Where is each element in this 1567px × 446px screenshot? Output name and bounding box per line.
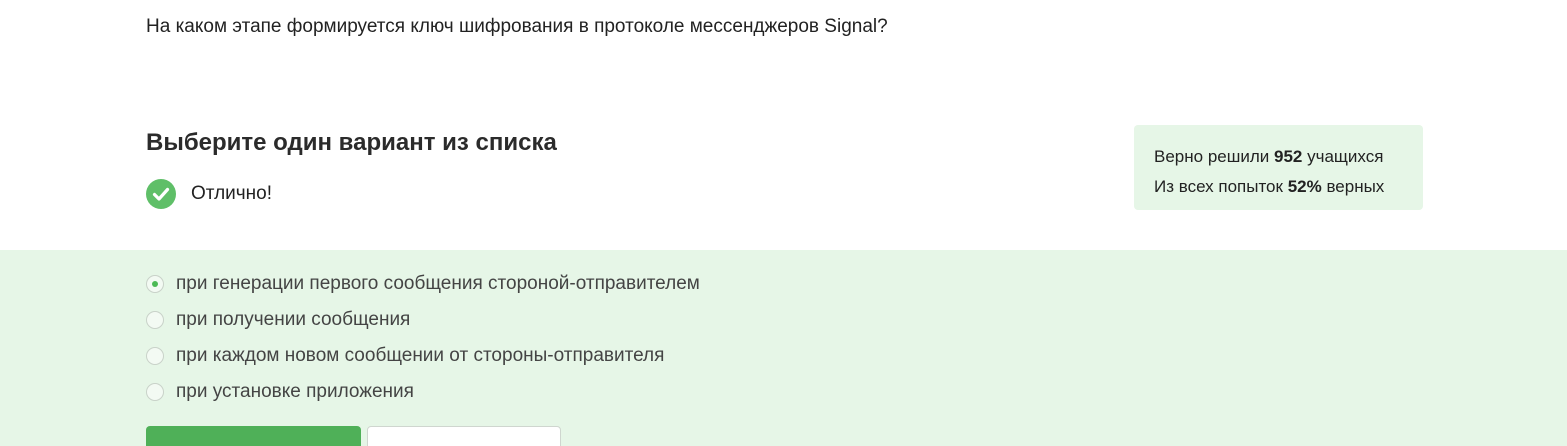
quiz-page: На каком этапе формируется ключ шифрован… bbox=[0, 0, 1567, 446]
result-feedback: Отлично! bbox=[146, 179, 273, 209]
option-item[interactable]: при генерации первого сообщения стороной… bbox=[146, 272, 700, 296]
option-label[interactable]: при каждом новом сообщении от стороны-от… bbox=[176, 345, 664, 367]
stats-panel: Верно решили 952 учащихся Из всех попыто… bbox=[1134, 125, 1423, 210]
stats-attempts-line: Из всех попыток 52% верных bbox=[1154, 172, 1423, 202]
radio-button[interactable] bbox=[146, 347, 164, 365]
stats-solved-line: Верно решили 952 учащихся bbox=[1154, 142, 1423, 172]
option-item[interactable]: при установке приложения bbox=[146, 380, 414, 404]
option-item[interactable]: при получении сообщения bbox=[146, 308, 410, 332]
stats-solved-suffix: учащихся bbox=[1302, 147, 1384, 166]
option-label[interactable]: при получении сообщения bbox=[176, 309, 410, 331]
stats-attempts-suffix: верных bbox=[1321, 177, 1385, 196]
radio-button[interactable] bbox=[146, 311, 164, 329]
stats-attempts-prefix: Из всех попыток bbox=[1154, 177, 1288, 196]
stats-attempts-percent: 52% bbox=[1287, 177, 1322, 196]
secondary-action-button[interactable] bbox=[367, 426, 561, 446]
option-item[interactable]: при каждом новом сообщении от стороны-от… bbox=[146, 344, 664, 368]
stats-solved-count: 952 bbox=[1274, 147, 1303, 166]
result-text: Отлично! bbox=[191, 183, 273, 204]
stats-solved-prefix: Верно решили bbox=[1154, 147, 1274, 166]
option-label[interactable]: при генерации первого сообщения стороной… bbox=[176, 273, 700, 295]
task-title: Выберите один вариант из списка bbox=[146, 129, 557, 156]
option-label[interactable]: при установке приложения bbox=[176, 381, 414, 403]
radio-button[interactable] bbox=[146, 383, 164, 401]
primary-action-button[interactable] bbox=[146, 426, 361, 446]
check-circle-icon bbox=[146, 179, 176, 209]
radio-button-checked[interactable] bbox=[146, 275, 164, 293]
question-text: На каком этапе формируется ключ шифрован… bbox=[146, 16, 888, 37]
